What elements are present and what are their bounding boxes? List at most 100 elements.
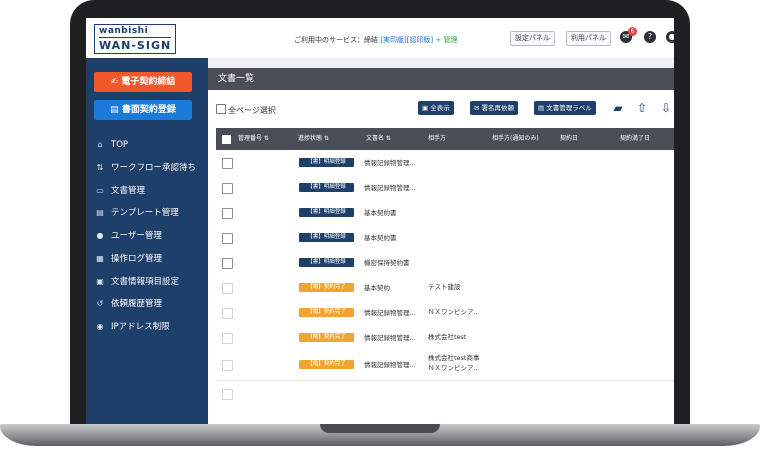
status-badge: 【書】明細登録 — [299, 233, 354, 242]
logo[interactable]: wanbishi WAN-SIGN — [94, 24, 176, 54]
resend-signature-button[interactable]: ✉ 署名再依頼 — [470, 101, 519, 115]
table-row[interactable]: 【書】明細登録 基本契約書 — [216, 200, 674, 226]
top-header: wanbishi WAN-SIGN ご利用中のサービス：締結 [実印版][認印版… — [86, 18, 674, 59]
table-row[interactable]: 【電】契約完了 情報記録物管理... 株式会社test — [216, 325, 674, 351]
column-header[interactable]: 契約満了日 — [620, 128, 650, 150]
column-header[interactable]: 相手方 — [428, 128, 446, 150]
row-checkbox[interactable] — [222, 308, 233, 319]
status-badge: 【書】明細登録 — [299, 183, 354, 192]
sidebar-item-label: 文書情報項目設定 — [111, 277, 180, 287]
upload-icon[interactable]: ⇧ — [634, 100, 650, 116]
doc-label-button[interactable]: ▤ 文書管理ラベル — [534, 101, 596, 115]
row-checkbox[interactable] — [222, 360, 233, 371]
row-checkbox[interactable] — [222, 183, 233, 194]
row-checkbox[interactable] — [222, 233, 233, 244]
partner-name: テスト建設 — [428, 283, 461, 291]
inbox-icon: ▭ — [96, 186, 104, 195]
sidebar-item-documents[interactable]: ▭ 文書管理 — [94, 183, 145, 199]
document-icon: ▤ — [110, 105, 122, 115]
header-checkbox[interactable] — [222, 135, 231, 144]
sidebar-item-users[interactable]: ● ユーザー管理 — [94, 228, 162, 244]
paper-contract-button[interactable]: ▤ 書面契約登録 — [94, 100, 192, 120]
document-name[interactable]: 情報記録物管理... — [364, 359, 416, 369]
document-name[interactable]: 情報記録物管理... — [364, 182, 416, 192]
mail-icon: ✉ — [474, 104, 482, 112]
sidebar-item-templates[interactable]: ▤ テンプレート管理 — [94, 205, 179, 221]
row-checkbox[interactable] — [222, 333, 233, 344]
template-icon: ▤ — [96, 208, 104, 217]
row-checkbox[interactable] — [222, 283, 233, 294]
laptop-notch — [320, 424, 440, 433]
status-badge: 【電】契約完了 — [299, 308, 354, 317]
show-all-button[interactable]: ▣ 全表示 — [418, 101, 454, 115]
document-list-panel: 全ページ選択 ▣ 全表示 ✉ 署名再依頼 ▤ 文書管理ラベル ▰ ⇧ ⇩ 管理番… — [208, 90, 674, 424]
column-header[interactable]: 管理番号 ⇅ — [238, 128, 269, 150]
table-row[interactable]: 【書】明細登録 情報記録物管理... — [216, 150, 674, 176]
service-plus: + 管理 — [435, 36, 458, 44]
history-icon: ↺ — [96, 299, 104, 308]
row-checkbox[interactable] — [222, 389, 233, 400]
service-info: ご利用中のサービス：締結 [実印版][認印版] + 管理 — [294, 35, 458, 45]
e-contract-label: 電子契約締結 — [121, 77, 176, 87]
status-badge: 【書】明細登録 — [299, 158, 354, 167]
account-icon[interactable]: ● — [666, 31, 674, 43]
service-prefix: ご利用中のサービス： — [294, 36, 364, 44]
sidebar-item-ip-restriction[interactable]: ◉ IPアドレス制限 — [94, 319, 170, 335]
row-checkbox[interactable] — [222, 158, 233, 169]
document-name[interactable]: 情報記録物管理... — [364, 332, 416, 342]
sidebar: ✍ 電子契約締結 ▤ 書面契約登録 ⌂ TOP ⇅ ワークフロー承認待ち ▭ 文書管理… — [86, 58, 208, 424]
e-contract-button[interactable]: ✍ 電子契約締結 — [94, 72, 192, 92]
sidebar-item-label: TOP — [111, 140, 129, 150]
sidebar-item-request-history[interactable]: ↺ 依頼履歴管理 — [94, 296, 162, 312]
row-checkbox[interactable] — [222, 208, 233, 219]
usage-panel-button[interactable]: 利用パネル — [566, 31, 611, 46]
help-icon[interactable]: ? — [644, 31, 656, 43]
home-icon: ⌂ — [97, 140, 103, 149]
download-icon[interactable]: ⇩ — [658, 100, 674, 116]
document-name[interactable]: 機密保持契約書 — [364, 257, 410, 267]
status-badge: 【書】明細登録 — [299, 208, 354, 217]
doc-label-label: 文書管理ラベル — [546, 104, 592, 112]
sidebar-item-top[interactable]: ⌂ TOP — [94, 137, 128, 153]
document-name[interactable]: 基本契約書 — [364, 207, 397, 217]
folder-icon[interactable]: ▰ — [610, 100, 626, 116]
logo-wordmark: wanbishi — [99, 26, 149, 36]
row-checkbox[interactable] — [222, 258, 233, 269]
sidebar-item-doc-fields[interactable]: ▣ 文書情報項目設定 — [94, 274, 179, 290]
partner-line: ＮＸワンビシア... — [428, 364, 480, 372]
user-icon: ● — [96, 231, 104, 240]
column-header[interactable]: 進捗状態 ⇅ — [298, 128, 329, 150]
paper-contract-label: 書面契約登録 — [121, 105, 176, 115]
settings-panel-button[interactable]: 設定パネル — [510, 31, 555, 46]
table-row[interactable]: 【書】明細登録 基本契約書 — [216, 225, 674, 251]
sidebar-item-workflow[interactable]: ⇅ ワークフロー承認待ち — [94, 160, 196, 176]
sidebar-item-logs[interactable]: ▦ 操作ログ管理 — [94, 251, 162, 267]
print-icon: ▤ — [538, 104, 547, 112]
partner-line: 株式会社test商事 — [428, 354, 480, 362]
column-header[interactable]: 相手方(通知のみ) — [492, 128, 539, 150]
document-name[interactable]: 情報記録物管理... — [364, 157, 416, 167]
table-row[interactable] — [216, 381, 674, 407]
table-row[interactable]: 【電】契約完了 基本契約 テスト建設 — [216, 275, 674, 301]
sidebar-item-label: ワークフロー承認待ち — [111, 163, 197, 173]
status-badge: 【書】明細登録 — [299, 258, 354, 267]
table-row[interactable]: 【電】契約完了 情報記録物管理... ＮＸワンビシア... — [216, 300, 674, 326]
document-name[interactable]: 情報記録物管理... — [364, 307, 416, 317]
table-row[interactable]: 【書】明細登録 情報記録物管理... — [216, 175, 674, 201]
show-all-label: 全表示 — [430, 104, 450, 112]
sidebar-item-label: ユーザー管理 — [111, 231, 162, 241]
document-name[interactable]: 基本契約 — [364, 282, 390, 292]
table-row[interactable]: 【電】契約完了 情報記録物管理... 株式会社test商事 ＮＸワンビシア... — [216, 350, 674, 381]
list-icon: ▣ — [422, 104, 431, 112]
sidebar-item-label: テンプレート管理 — [111, 208, 179, 218]
workflow-icon: ⇅ — [96, 163, 104, 172]
sidebar-item-label: 文書管理 — [111, 186, 146, 196]
select-all-pages[interactable]: 全ページ選択 — [216, 104, 276, 116]
select-all-checkbox[interactable] — [216, 104, 226, 114]
document-name[interactable]: 基本契約書 — [364, 232, 397, 242]
column-header[interactable]: 文書名 ⇅ — [366, 128, 391, 150]
status-badge: 【電】契約完了 — [299, 283, 354, 292]
table-row[interactable]: 【書】明細登録 機密保持契約書 — [216, 250, 674, 276]
column-header[interactable]: 契約日 — [560, 128, 578, 150]
service-option-mitomein: [認印版] — [406, 36, 434, 44]
